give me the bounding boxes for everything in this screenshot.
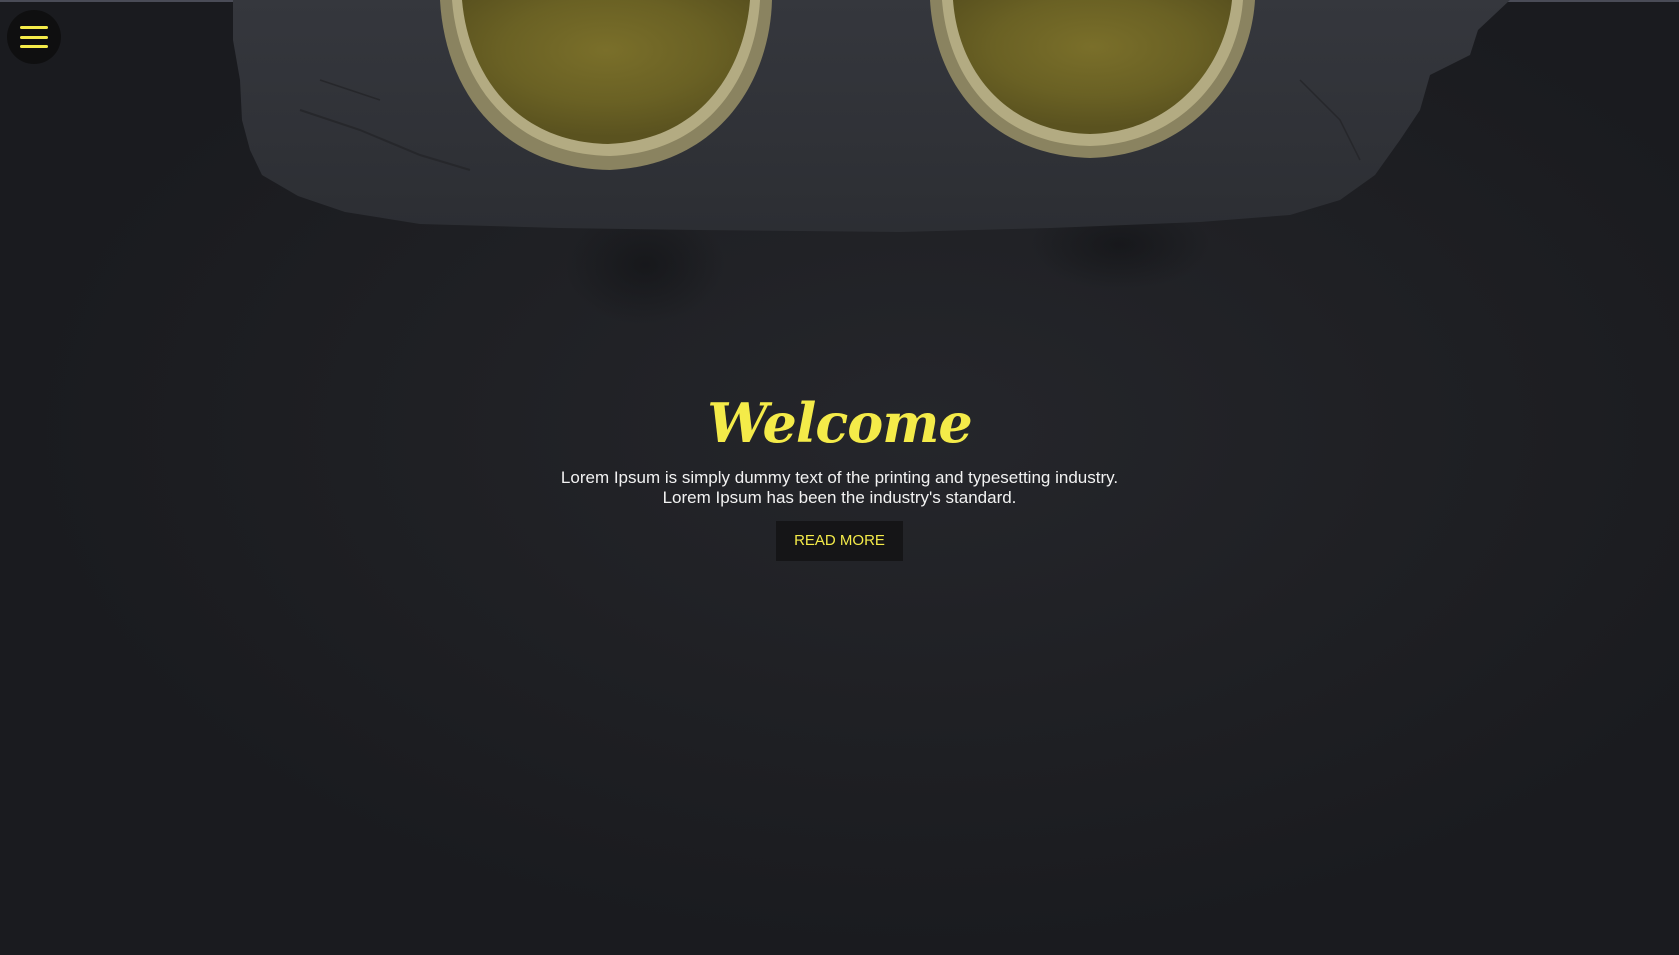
menu-toggle-button[interactable]	[7, 10, 61, 64]
hero-description-line: Lorem Ipsum has been the industry's stan…	[662, 488, 1017, 507]
hero-description: Lorem Ipsum is simply dummy text of the …	[520, 468, 1160, 508]
hero-content: Welcome Lorem Ipsum is simply dummy text…	[0, 388, 1679, 561]
hamburger-menu-icon	[20, 26, 48, 48]
read-more-button[interactable]: READ MORE	[776, 521, 903, 561]
hero-section: Welcome Lorem Ipsum is simply dummy text…	[0, 0, 1679, 955]
hero-title: Welcome	[707, 391, 973, 455]
menu-icon-bar	[20, 35, 48, 39]
menu-icon-bar	[20, 26, 48, 29]
menu-icon-bar	[20, 45, 48, 48]
background-image-lemons-slate	[233, 0, 1510, 325]
hero-description-line: Lorem Ipsum is simply dummy text of the …	[560, 468, 1119, 487]
